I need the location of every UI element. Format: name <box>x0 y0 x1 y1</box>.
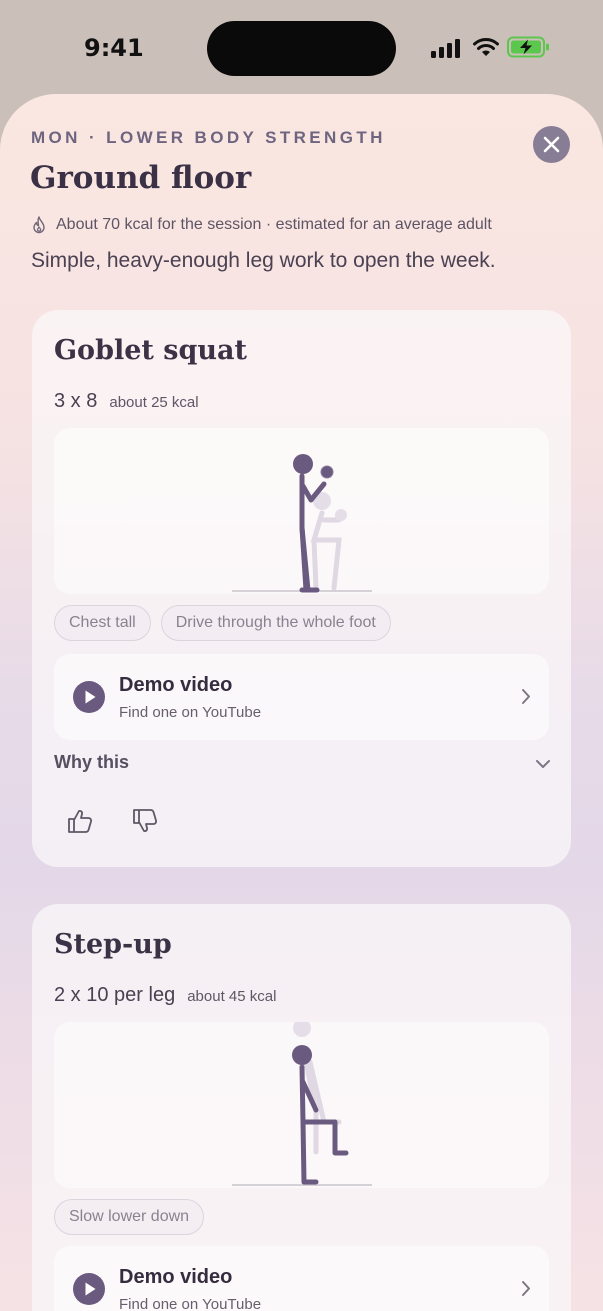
page-title: Ground floor <box>30 160 252 196</box>
demo-video-label: Demo video <box>119 674 233 696</box>
dynamic-island <box>207 21 396 76</box>
demo-video-button[interactable]: Demo video Find one on YouTube <box>54 1246 549 1311</box>
exercise-kcal: about 45 kcal <box>187 988 277 1005</box>
battery-charging-icon <box>507 36 549 58</box>
chevron-down-icon <box>536 760 550 768</box>
cue-chip: Slow lower down <box>54 1199 205 1235</box>
goblet-squat-illustration <box>54 428 549 594</box>
thumbs-down-icon[interactable] <box>131 807 159 835</box>
exercise-sets: 2 x 10 per leg <box>54 984 176 1006</box>
exercise-card-goblet-squat: Goblet squat 3 x 8 about 25 kcal Chest t… <box>32 310 571 867</box>
demo-video-label: Demo video <box>119 1266 233 1288</box>
phone-screen: 9:41 MON · LOWER BODY STRENGTH Ground fl… <box>0 0 603 1311</box>
status-time: 9:41 <box>84 34 144 62</box>
exercise-name: Step-up <box>54 929 172 960</box>
cue-chips: Chest tall Drive through the whole foot <box>54 605 391 641</box>
step-up-figure <box>232 1022 372 1186</box>
signal-icon <box>431 39 460 58</box>
demo-video-sub: Find one on YouTube <box>119 704 262 721</box>
demo-video-button[interactable]: Demo video Find one on YouTube <box>54 654 549 740</box>
session-kcal-text: About 70 kcal for the session · estimate… <box>56 216 492 233</box>
why-this-label: Why this <box>54 752 129 772</box>
wifi-icon <box>473 38 499 56</box>
flame-icon <box>33 216 45 234</box>
play-icon <box>73 681 105 713</box>
cue-chip: Drive through the whole foot <box>160 605 391 641</box>
session-subtitle: Simple, heavy-enough leg work to open th… <box>31 249 496 272</box>
day-eyebrow: MON · LOWER BODY STRENGTH <box>31 128 386 147</box>
goblet-squat-figure <box>232 454 372 593</box>
cue-chips: Slow lower down <box>54 1199 205 1235</box>
exercise-card-step-up: Step-up 2 x 10 per leg about 45 kcal Slo… <box>32 904 571 1311</box>
thumbs-up-icon[interactable] <box>66 807 94 835</box>
exercise-kcal: about 25 kcal <box>109 394 199 411</box>
cue-chip: Chest tall <box>54 605 151 641</box>
status-bar: 9:41 <box>0 0 603 94</box>
chevron-right-icon <box>522 689 530 704</box>
demo-video-sub: Find one on YouTube <box>119 1296 262 1311</box>
close-icon <box>543 136 560 153</box>
session-kcal-note: About 70 kcal for the session · estimate… <box>31 216 492 234</box>
workout-sheet: MON · LOWER BODY STRENGTH Ground floor A… <box>0 94 603 1311</box>
exercise-sets: 3 x 8 <box>54 390 98 412</box>
why-this-toggle[interactable]: Why this <box>54 750 551 780</box>
play-icon <box>73 1273 105 1305</box>
close-button[interactable] <box>533 126 570 163</box>
chevron-right-icon <box>522 1281 530 1296</box>
exercise-meta: 2 x 10 per leg about 45 kcal <box>54 984 276 1007</box>
exercise-meta: 3 x 8 about 25 kcal <box>54 390 199 413</box>
step-up-illustration <box>54 1022 549 1188</box>
exercise-name: Goblet squat <box>54 335 247 366</box>
